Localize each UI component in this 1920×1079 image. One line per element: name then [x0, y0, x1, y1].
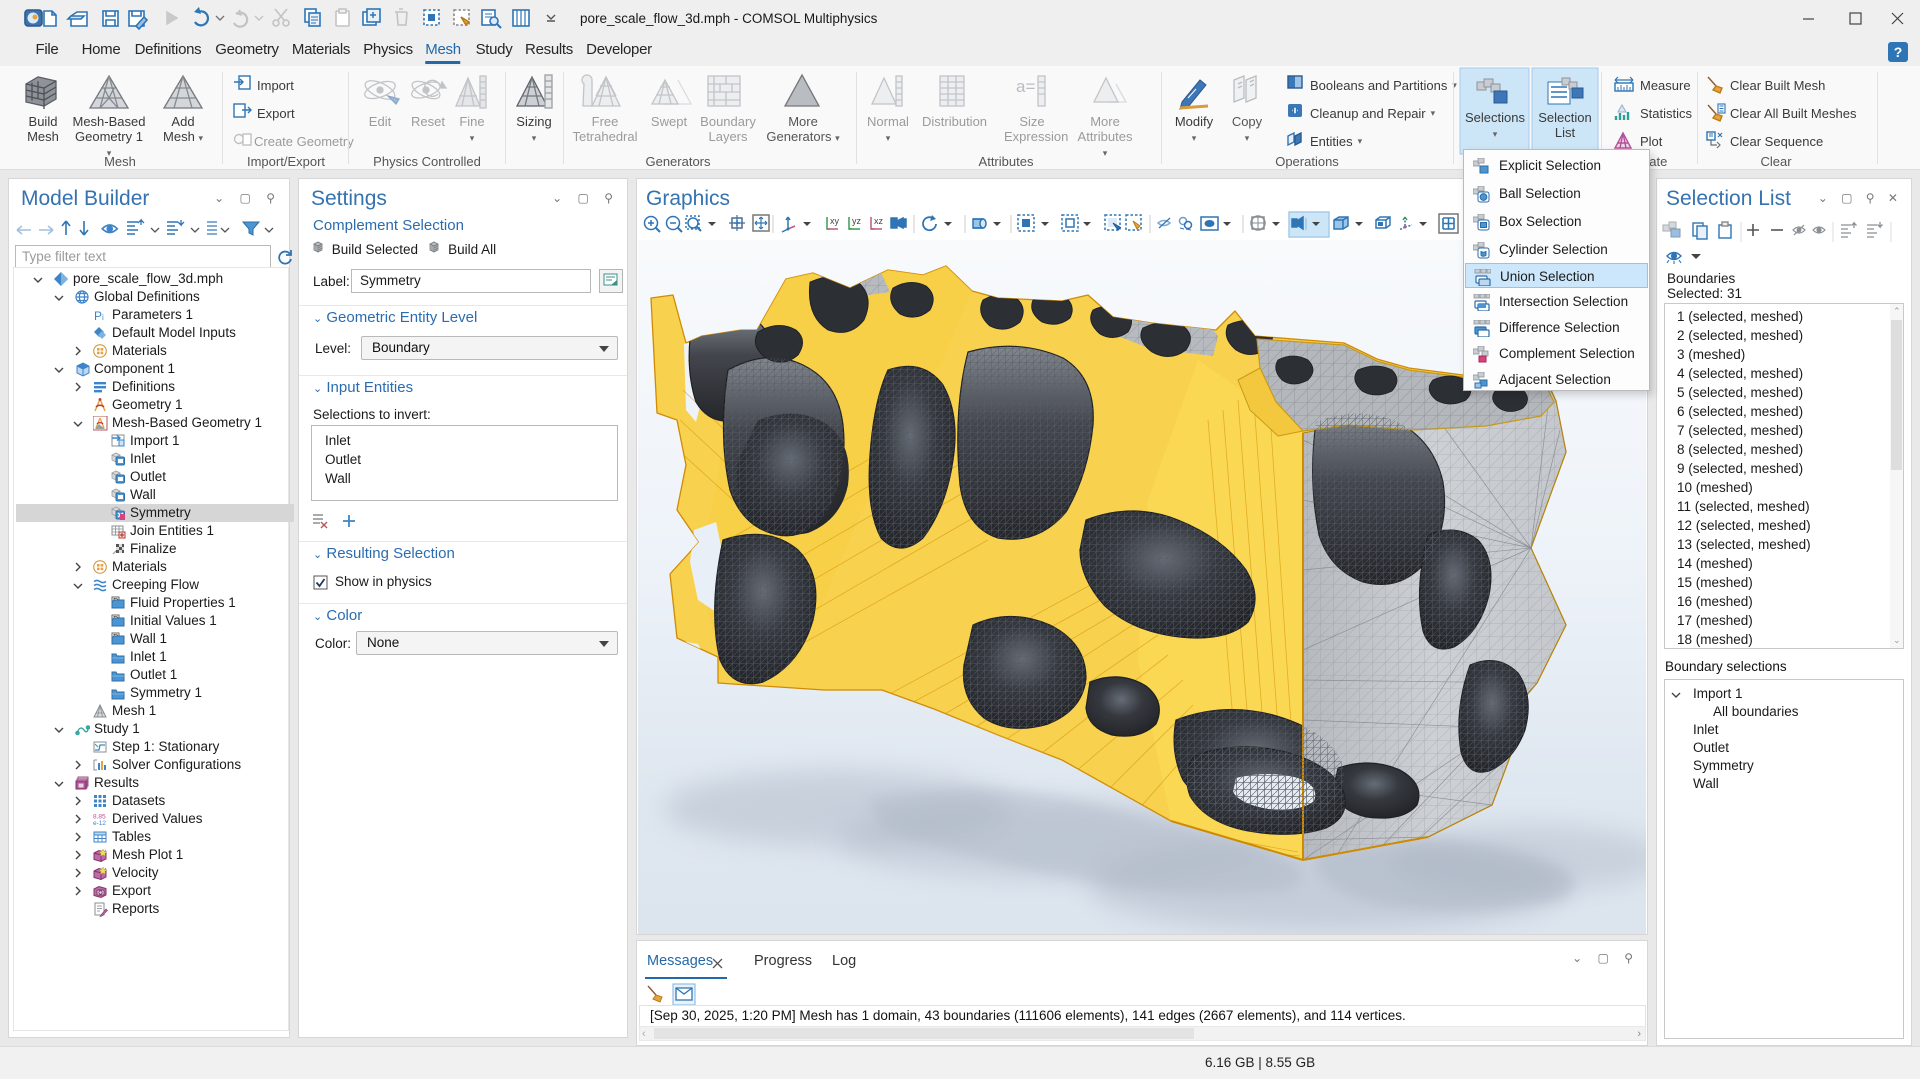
- svg-text:a=: a=: [1016, 77, 1035, 96]
- svg-text:xz: xz: [874, 216, 884, 226]
- svg-text:xy: xy: [830, 216, 840, 226]
- svg-text:yz: yz: [852, 216, 862, 226]
- svg-text:pore_scale_flow_3d.mph - COMSO: pore_scale_flow_3d.mph - COMSOL Multiphy…: [580, 11, 878, 26]
